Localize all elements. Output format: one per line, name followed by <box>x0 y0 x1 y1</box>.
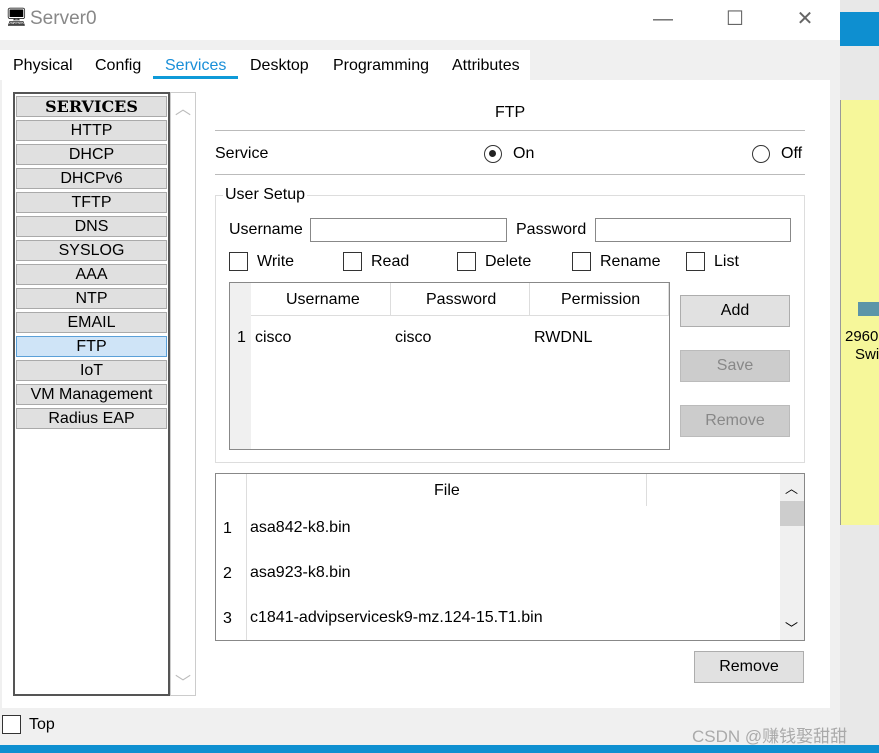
service-on-radio[interactable] <box>484 145 502 163</box>
delete-checkbox[interactable] <box>457 252 476 271</box>
app-icon: 🖥 <box>5 7 28 27</box>
tab-services[interactable]: Services <box>165 57 226 75</box>
service-off-radio[interactable] <box>752 145 770 163</box>
service-item-dns[interactable]: DNS <box>16 216 167 237</box>
row-number: 1 <box>237 329 246 346</box>
title-bar: 🖥 Server0 — ☐ ✕ <box>0 0 840 40</box>
write-label: Write <box>257 253 295 270</box>
file-scrollbar[interactable]: ︿ ﹀ <box>780 474 804 640</box>
column-header-permission[interactable]: Permission <box>561 291 640 309</box>
services-header: SERVICES <box>16 96 167 117</box>
row-password: cisco <box>395 329 432 346</box>
switch-icon[interactable] <box>858 302 879 316</box>
service-item-dhcp[interactable]: DHCP <box>16 144 167 165</box>
top-label: Top <box>29 716 55 733</box>
service-item-syslog[interactable]: SYSLOG <box>16 240 167 261</box>
list-label: List <box>714 253 739 270</box>
service-item-http[interactable]: HTTP <box>16 120 167 141</box>
column-header-username[interactable]: Username <box>286 291 360 309</box>
service-item-vm-management[interactable]: VM Management <box>16 384 167 405</box>
active-tab-indicator <box>153 76 238 79</box>
minimize-button[interactable]: — <box>640 4 686 34</box>
username-label: Username <box>229 221 303 238</box>
remove-file-button[interactable]: Remove <box>694 651 804 683</box>
service-item-ftp[interactable]: FTP <box>16 336 167 357</box>
row-file: asa842-k8.bin <box>250 519 351 536</box>
column-header-file[interactable]: File <box>434 482 460 500</box>
service-on-label: On <box>513 145 535 162</box>
tab-programming[interactable]: Programming <box>333 57 429 75</box>
rename-checkbox[interactable] <box>572 252 591 271</box>
column-header-password[interactable]: Password <box>426 291 496 309</box>
delete-label: Delete <box>485 253 532 270</box>
close-button[interactable]: ✕ <box>782 4 828 34</box>
service-off-label: Off <box>781 145 803 162</box>
list-checkbox[interactable] <box>686 252 705 271</box>
watermark: CSDN @赚钱娶甜甜 <box>692 727 848 746</box>
maximize-button[interactable]: ☐ <box>712 4 758 34</box>
row-permission: RWDNL <box>534 329 593 346</box>
password-label: Password <box>516 221 587 238</box>
scroll-down-icon[interactable]: ﹀ <box>785 618 798 637</box>
scroll-down-icon[interactable]: ﹀ <box>171 669 195 693</box>
add-button[interactable]: Add <box>680 295 790 327</box>
save-button[interactable]: Save <box>680 350 790 382</box>
scroll-up-icon[interactable]: ︿ <box>171 95 195 119</box>
services-list: SERVICES HTTP DHCP DHCPv6 TFTP DNS SYSLO… <box>13 92 170 696</box>
top-checkbox[interactable] <box>2 715 21 734</box>
service-label: Service <box>215 145 269 162</box>
ftp-title: FTP <box>495 104 526 121</box>
service-item-radius-eap[interactable]: Radius EAP <box>16 408 167 429</box>
service-item-iot[interactable]: IoT <box>16 360 167 381</box>
row-file: c1841-advipservicesk9-mz.124-15.T1.bin <box>250 609 543 626</box>
service-item-tftp[interactable]: TFTP <box>16 192 167 213</box>
device-label: 2960 <box>845 328 879 345</box>
read-checkbox[interactable] <box>343 252 362 271</box>
tab-config[interactable]: Config <box>95 57 141 75</box>
user-setup-label: User Setup <box>223 186 308 204</box>
row-username: cisco <box>255 329 292 346</box>
tab-attributes[interactable]: Attributes <box>452 57 520 75</box>
password-input[interactable] <box>595 218 791 242</box>
write-checkbox[interactable] <box>229 252 248 271</box>
user-table: Username Password Permission 1 cisco cis… <box>229 282 670 450</box>
service-item-ntp[interactable]: NTP <box>16 288 167 309</box>
read-label: Read <box>371 253 410 270</box>
row-number: 2 <box>223 565 232 582</box>
device-label: Swi <box>855 346 879 363</box>
tab-physical[interactable]: Physical <box>13 57 73 75</box>
service-item-email[interactable]: EMAIL <box>16 312 167 333</box>
service-item-dhcpv6[interactable]: DHCPv6 <box>16 168 167 189</box>
tab-desktop[interactable]: Desktop <box>250 57 309 75</box>
rename-label: Rename <box>600 253 661 270</box>
remove-user-button[interactable]: Remove <box>680 405 790 437</box>
background-workspace: 2960 Swi <box>840 0 879 753</box>
row-number: 1 <box>223 520 232 537</box>
scroll-thumb[interactable] <box>780 501 804 526</box>
scroll-up-icon[interactable]: ︿ <box>785 478 798 497</box>
username-input[interactable] <box>310 218 507 242</box>
services-scrollbar[interactable]: ︿ ﹀ <box>170 92 196 696</box>
row-file: asa923-k8.bin <box>250 564 351 581</box>
file-table: File 1 asa842-k8.bin 2 asa923-k8.bin 3 c184… <box>215 473 805 641</box>
row-number: 3 <box>223 610 232 627</box>
service-item-aaa[interactable]: AAA <box>16 264 167 285</box>
window-title: Server0 <box>30 8 97 29</box>
